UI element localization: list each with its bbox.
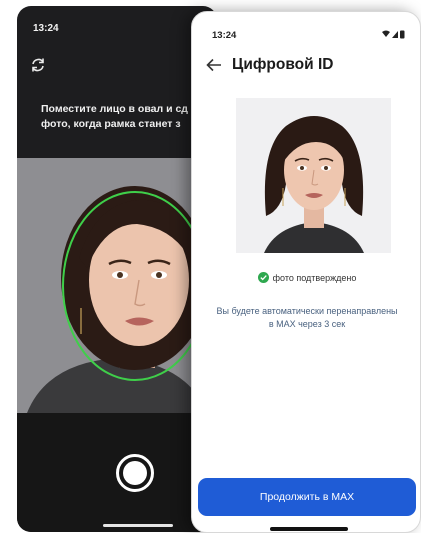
redirect-message: Вы будете автоматически перенаправлены в… (216, 306, 398, 329)
home-indicator (270, 527, 348, 531)
portrait-image (236, 98, 391, 253)
camera-viewfinder (17, 158, 217, 413)
face-preview-image (17, 158, 217, 413)
back-arrow-icon[interactable] (206, 58, 222, 72)
check-circle-icon (257, 272, 269, 283)
continue-button[interactable]: Продолжить в MAX (198, 478, 416, 516)
signal-icon (392, 31, 398, 38)
verified-label: фото подтверждено (272, 273, 357, 283)
status-time: 13:24 (212, 30, 237, 41)
status-icons (382, 30, 405, 39)
shutter-button[interactable] (116, 454, 154, 492)
battery-icon (400, 30, 405, 39)
id-photo (236, 98, 391, 253)
status-time: 13:24 (33, 23, 59, 34)
wifi-icon (382, 30, 390, 37)
page-title: Цифровой ID (232, 56, 334, 73)
verification-status: фото подтверждено (192, 272, 420, 283)
camera-screen: 13:24 Поместите лицо в овал и сд фото, к… (17, 6, 217, 532)
home-indicator (103, 524, 173, 527)
camera-switch-icon[interactable] (29, 56, 47, 74)
digital-id-screen: 13:24 Цифровой ID фото подтверждено Вы б… (191, 11, 421, 533)
